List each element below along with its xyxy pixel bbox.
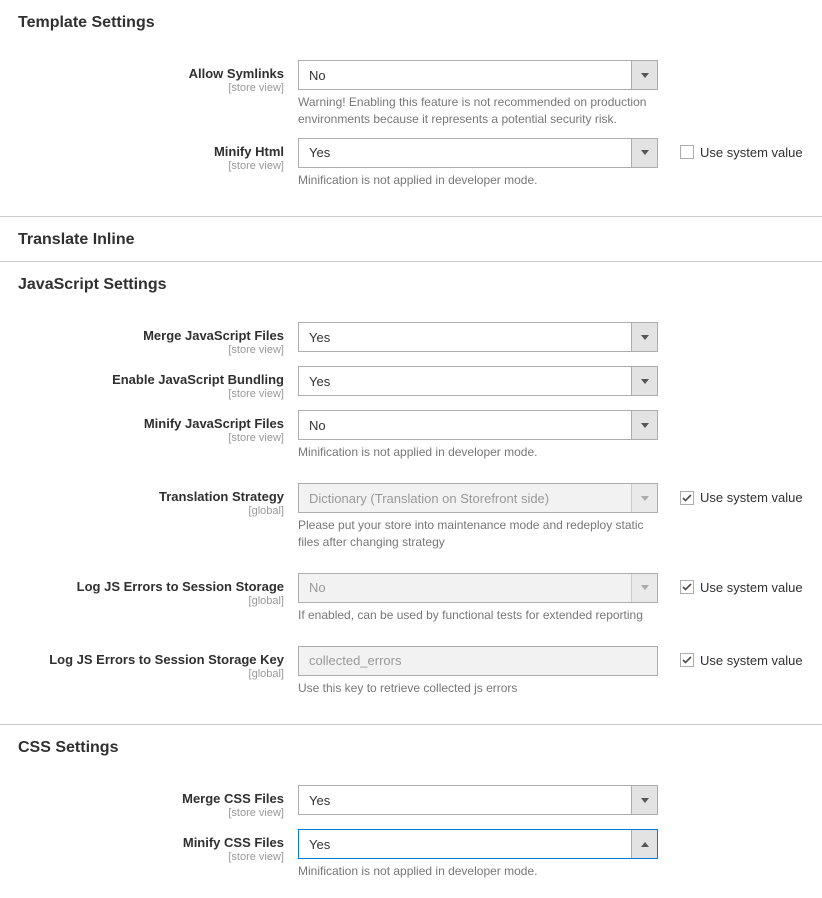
field-label: Log JS Errors to Session Storage Key xyxy=(49,652,284,667)
select-log-js-errors: No xyxy=(298,573,658,603)
field-note: Please put your store into maintenance m… xyxy=(298,517,658,551)
field-note: Minification is not applied in developer… xyxy=(298,444,658,461)
select-minify-js[interactable]: No xyxy=(298,410,658,440)
scope-label: [store view] xyxy=(18,388,284,400)
chevron-down-icon xyxy=(631,139,657,167)
select-value: Yes xyxy=(299,837,631,852)
js-fields: Merge JavaScript Files [store view] Yes … xyxy=(0,306,822,714)
field-minify-js: Minify JavaScript Files [store view] No … xyxy=(0,402,822,463)
field-note: Use this key to retrieve collected js er… xyxy=(298,680,658,697)
field-note: Minification is not applied in developer… xyxy=(298,172,658,189)
field-label: Minify JavaScript Files xyxy=(144,416,284,431)
field-label: Merge CSS Files xyxy=(182,791,284,806)
field-merge-js: Merge JavaScript Files [store view] Yes xyxy=(0,314,822,358)
field-log-js-errors: Log JS Errors to Session Storage [global… xyxy=(0,565,822,626)
field-minify-html: Minify Html [store view] Yes Minificatio… xyxy=(0,130,822,191)
chevron-down-icon xyxy=(631,411,657,439)
field-label: Allow Symlinks xyxy=(189,66,284,81)
select-value: No xyxy=(299,580,631,595)
select-merge-js[interactable]: Yes xyxy=(298,322,658,352)
chevron-down-icon xyxy=(631,323,657,351)
chevron-down-icon xyxy=(631,367,657,395)
scope-label: [store view] xyxy=(18,82,284,94)
template-fields: Allow Symlinks [store view] No Warning! … xyxy=(0,44,822,206)
section-title-js[interactable]: JavaScript Settings xyxy=(0,262,822,306)
section-title-template[interactable]: Template Settings xyxy=(0,0,822,44)
section-title-translate[interactable]: Translate Inline xyxy=(0,217,822,262)
field-translation-strategy: Translation Strategy [global] Dictionary… xyxy=(0,475,822,553)
scope-label: [store view] xyxy=(18,807,284,819)
label-minify-html: Minify Html [store view] xyxy=(18,138,298,172)
field-label: Enable JavaScript Bundling xyxy=(112,372,284,387)
scope-label: [store view] xyxy=(18,160,284,172)
field-label: Translation Strategy xyxy=(159,489,284,504)
label-allow-symlinks: Allow Symlinks [store view] xyxy=(18,60,298,94)
scope-label: [global] xyxy=(18,668,284,680)
scope-label: [store view] xyxy=(18,344,284,356)
select-value: Yes xyxy=(299,145,631,160)
select-value: No xyxy=(299,68,631,83)
field-label: Minify CSS Files xyxy=(183,835,284,850)
field-note: If enabled, can be used by functional te… xyxy=(298,607,658,624)
scope-label: [global] xyxy=(18,505,284,517)
select-value: Dictionary (Translation on Storefront si… xyxy=(299,491,631,506)
checkbox-label: Use system value xyxy=(700,490,803,505)
checkbox-use-system-log-errors-key[interactable] xyxy=(680,653,694,667)
field-minify-css: Minify CSS Files [store view] Yes Minifi… xyxy=(0,821,822,882)
checkbox-use-system-translation[interactable] xyxy=(680,491,694,505)
section-title-css[interactable]: CSS Settings xyxy=(0,725,822,769)
select-value: No xyxy=(299,418,631,433)
select-value: Yes xyxy=(299,793,631,808)
field-note: Warning! Enabling this feature is not re… xyxy=(298,94,658,128)
select-value: Yes xyxy=(299,374,631,389)
chevron-down-icon xyxy=(631,61,657,89)
chevron-down-icon xyxy=(631,484,657,512)
field-allow-symlinks: Allow Symlinks [store view] No Warning! … xyxy=(0,52,822,130)
select-translation-strategy: Dictionary (Translation on Storefront si… xyxy=(298,483,658,513)
scope-label: [store view] xyxy=(18,432,284,444)
input-log-js-errors-key xyxy=(298,646,658,676)
scope-label: [store view] xyxy=(18,851,284,863)
checkbox-use-system-minify-html[interactable] xyxy=(680,145,694,159)
chevron-down-icon xyxy=(631,574,657,602)
select-merge-css[interactable]: Yes xyxy=(298,785,658,815)
select-minify-css[interactable]: Yes xyxy=(298,829,658,859)
chevron-down-icon xyxy=(631,786,657,814)
chevron-up-icon xyxy=(631,830,657,858)
field-log-js-errors-key: Log JS Errors to Session Storage Key [gl… xyxy=(0,638,822,699)
field-label: Log JS Errors to Session Storage xyxy=(77,579,284,594)
css-fields: Merge CSS Files [store view] Yes Minify … xyxy=(0,769,822,898)
scope-label: [global] xyxy=(18,595,284,607)
select-js-bundling[interactable]: Yes xyxy=(298,366,658,396)
checkbox-label: Use system value xyxy=(700,580,803,595)
checkbox-label: Use system value xyxy=(700,145,803,160)
select-minify-html[interactable]: Yes xyxy=(298,138,658,168)
checkbox-use-system-log-errors[interactable] xyxy=(680,580,694,594)
select-allow-symlinks[interactable]: No xyxy=(298,60,658,90)
field-js-bundling: Enable JavaScript Bundling [store view] … xyxy=(0,358,822,402)
field-label: Merge JavaScript Files xyxy=(143,328,284,343)
checkbox-label: Use system value xyxy=(700,653,803,668)
field-note: Minification is not applied in developer… xyxy=(298,863,658,880)
select-value: Yes xyxy=(299,330,631,345)
field-label: Minify Html xyxy=(214,144,284,159)
